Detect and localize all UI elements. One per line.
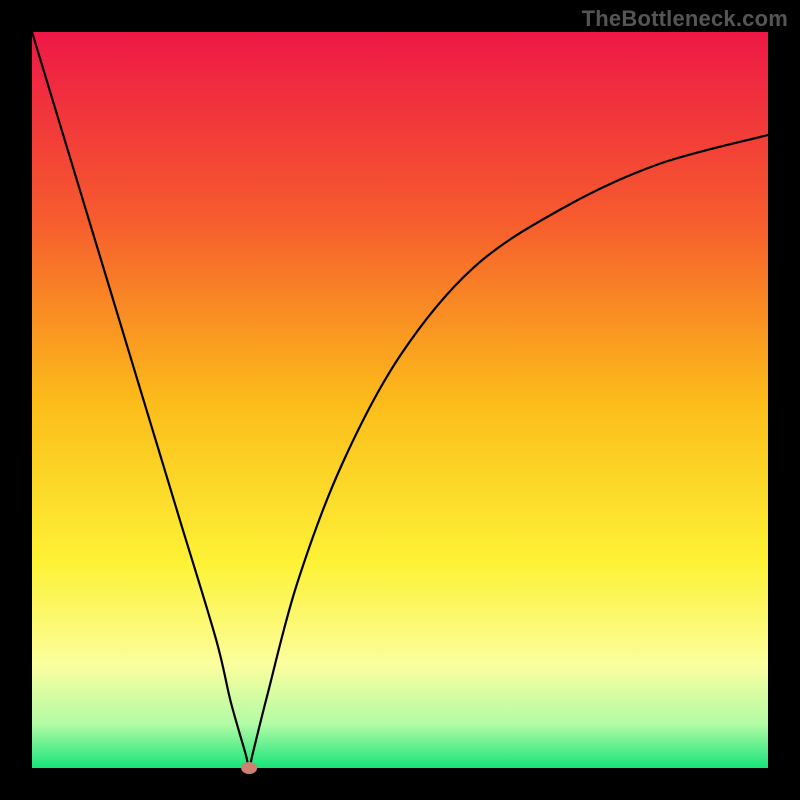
- watermark-text: TheBottleneck.com: [582, 6, 788, 32]
- chart-container: TheBottleneck.com: [0, 0, 800, 800]
- optimal-point-marker: [241, 762, 257, 774]
- bottleneck-chart: [0, 0, 800, 800]
